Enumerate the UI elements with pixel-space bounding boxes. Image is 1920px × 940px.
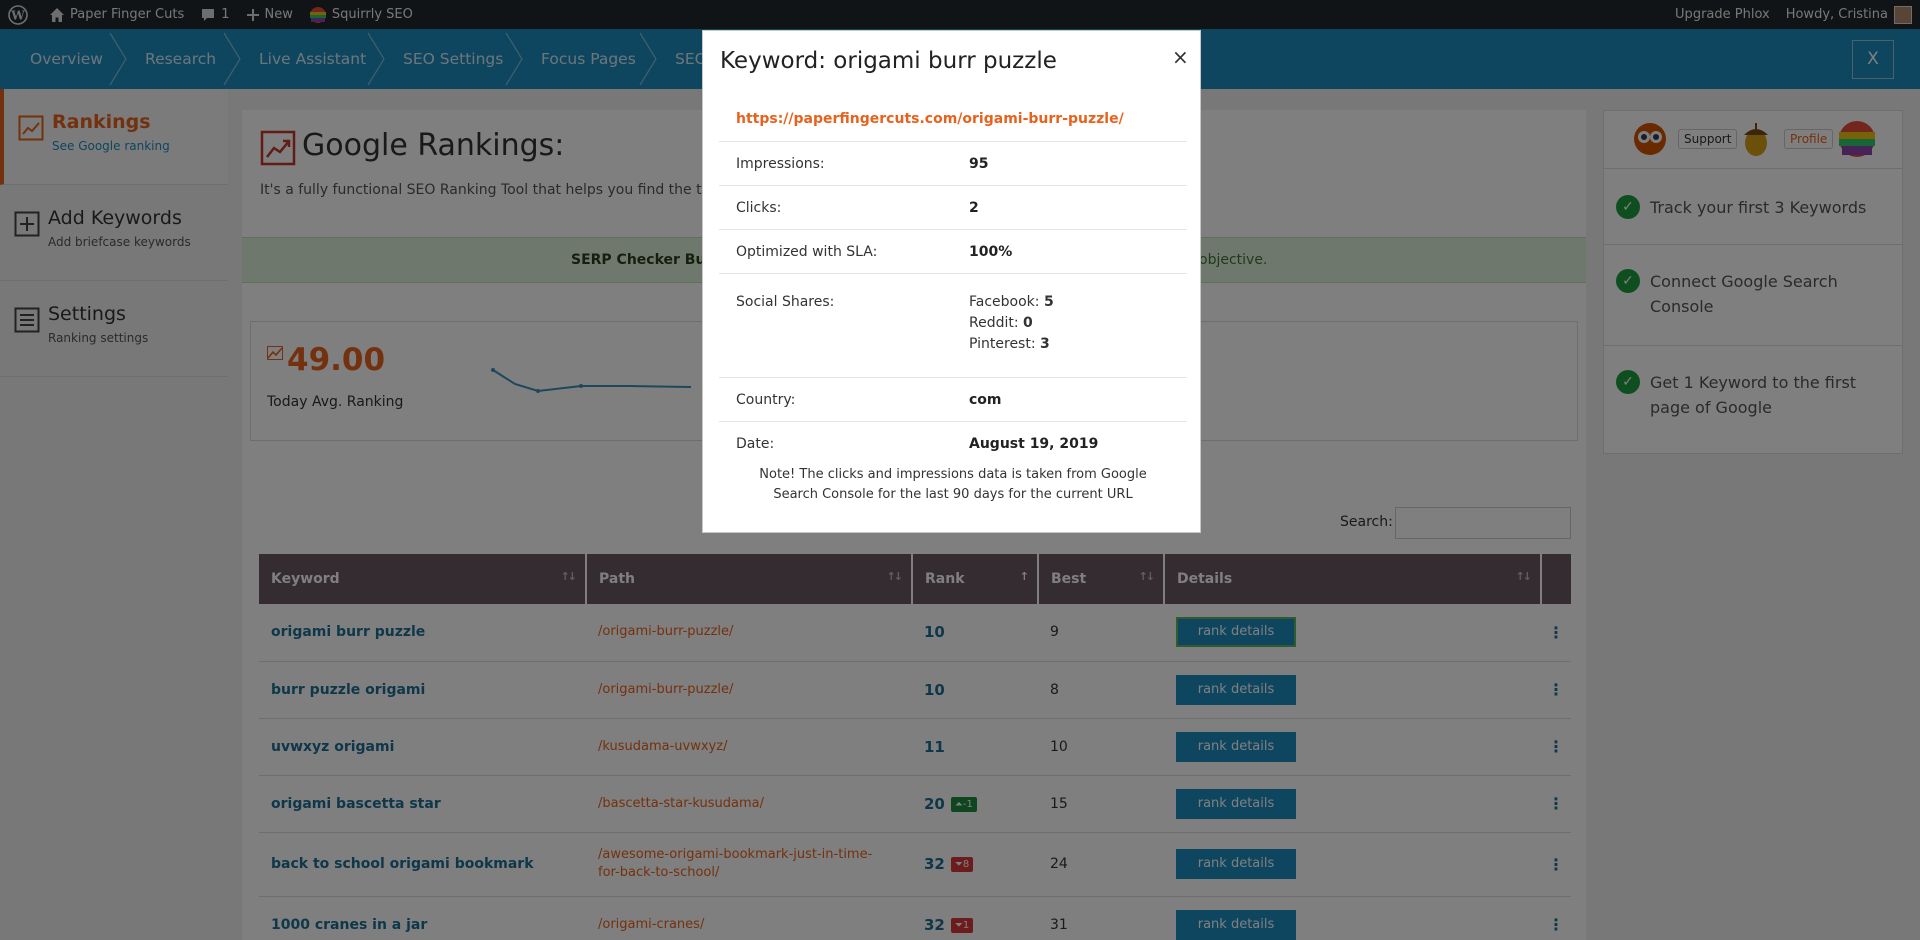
clicks-label: Clicks: bbox=[736, 200, 782, 216]
clicks-value: 2 bbox=[969, 200, 979, 216]
modal-body: https://paperfingercuts.com/origami-burr… bbox=[719, 97, 1187, 505]
keyword-details-modal: Keyword: origami burr puzzle × https://p… bbox=[702, 30, 1201, 533]
social-shares-list: Facebook: 5 Reddit: 0 Pinterest: 3 bbox=[969, 292, 1054, 355]
optimized-label: Optimized with SLA: bbox=[736, 244, 878, 260]
date-label: Date: bbox=[736, 436, 775, 452]
optimized-value: 100% bbox=[969, 244, 1013, 260]
social-shares-row: Social Shares: Facebook: 5 Reddit: 0 Pin… bbox=[719, 273, 1187, 377]
facebook-shares: Facebook: 5 bbox=[969, 294, 1054, 310]
country-label: Country: bbox=[736, 392, 796, 408]
date-row: Date: August 19, 2019 bbox=[719, 421, 1187, 465]
impressions-label: Impressions: bbox=[736, 156, 825, 172]
pinterest-shares: Pinterest: 3 bbox=[969, 336, 1050, 352]
country-value: com bbox=[969, 392, 1002, 408]
modal-title: Keyword: origami burr puzzle bbox=[720, 48, 1057, 74]
clicks-row: Clicks: 2 bbox=[719, 185, 1187, 229]
reddit-shares: Reddit: 0 bbox=[969, 315, 1033, 331]
keyword-url-link[interactable]: https://paperfingercuts.com/origami-burr… bbox=[719, 97, 1187, 141]
impressions-row: Impressions: 95 bbox=[719, 141, 1187, 185]
close-icon[interactable]: × bbox=[1172, 45, 1189, 69]
gsc-note: Note! The clicks and impressions data is… bbox=[759, 467, 1147, 502]
date-value: August 19, 2019 bbox=[969, 436, 1099, 452]
optimized-row: Optimized with SLA: 100% bbox=[719, 229, 1187, 273]
social-shares-label: Social Shares: bbox=[736, 294, 835, 310]
impressions-value: 95 bbox=[969, 156, 989, 172]
country-row: Country: com bbox=[719, 377, 1187, 421]
